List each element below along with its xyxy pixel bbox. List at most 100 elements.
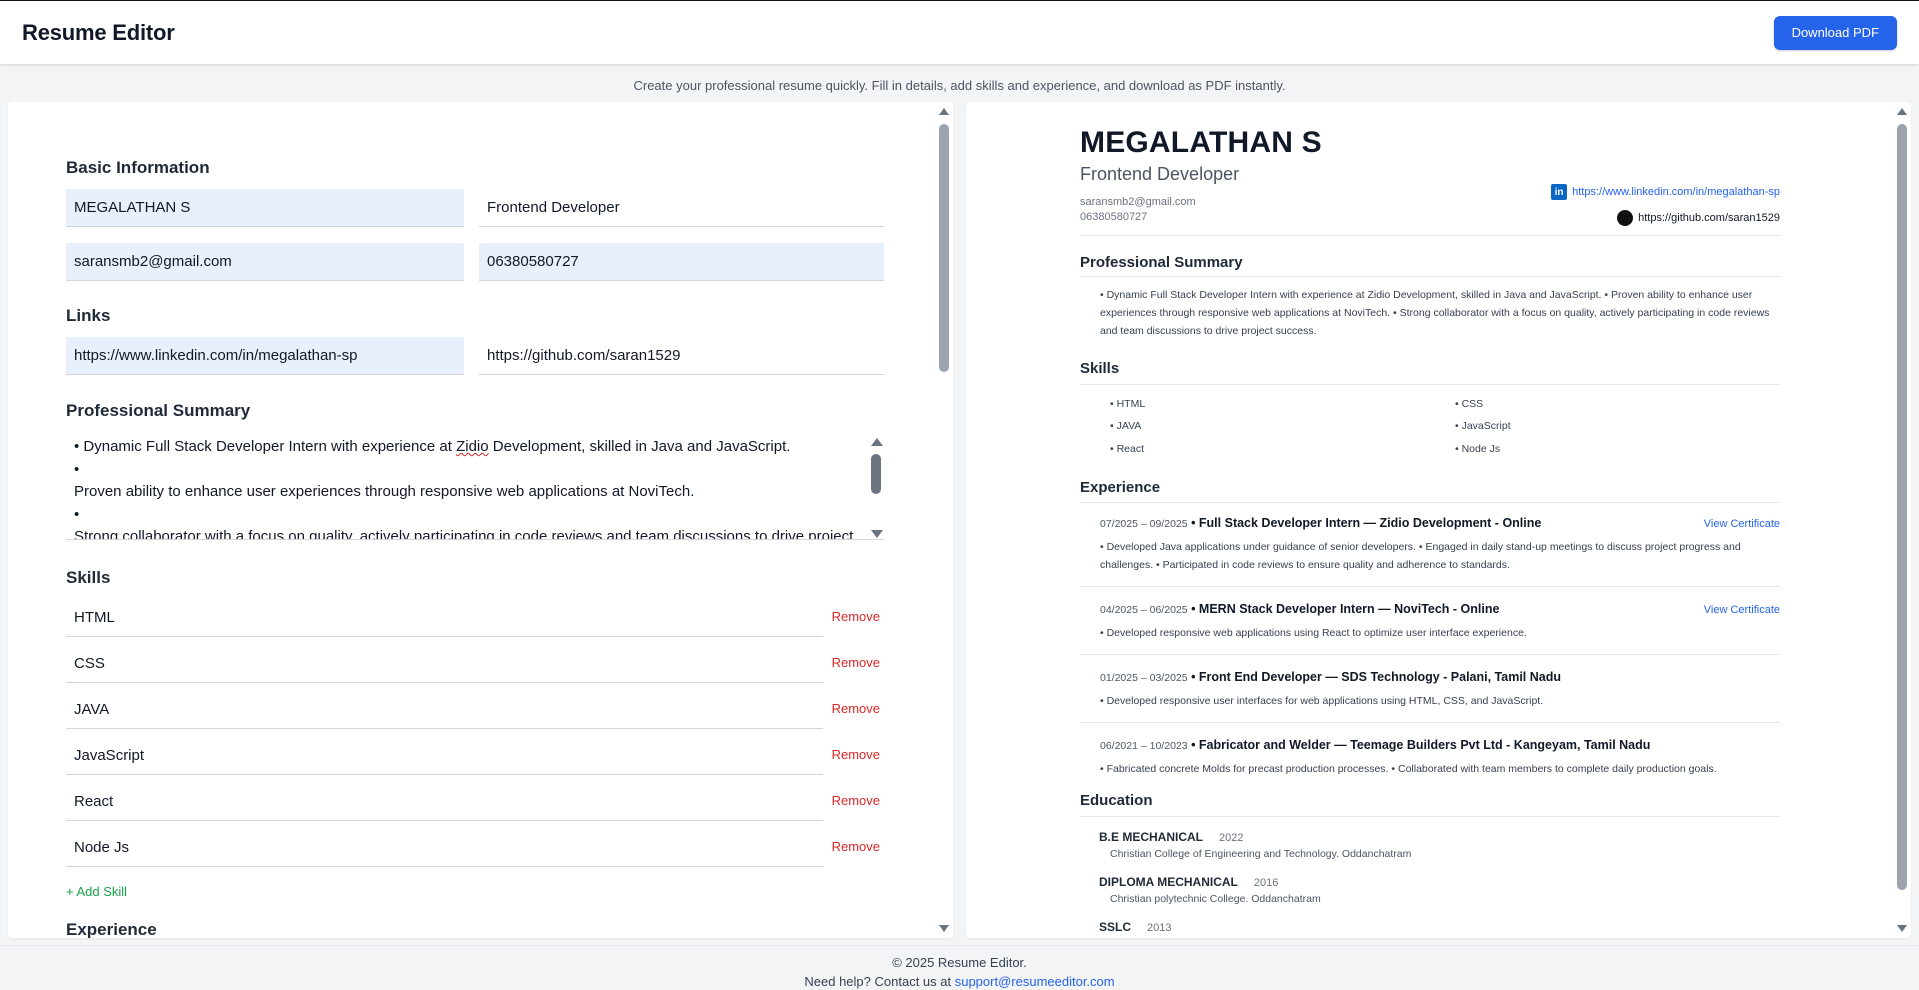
divider <box>1080 276 1780 277</box>
scroll-down-arrow-icon[interactable] <box>939 925 949 932</box>
skill-input[interactable]: JavaScript <box>66 737 823 775</box>
summary-textarea[interactable]: • Dynamic Full Stack Developer Intern wi… <box>66 432 884 540</box>
skill-input[interactable]: HTML <box>66 599 823 637</box>
summary-scrollbar[interactable] <box>868 438 884 538</box>
links-heading: Links <box>66 306 111 325</box>
linkedin-url[interactable]: https://www.linkedin.com/in/megalathan-s… <box>1572 186 1780 198</box>
scroll-up-arrow-icon[interactable] <box>1897 108 1907 115</box>
scroll-up-arrow-icon[interactable] <box>871 438 883 446</box>
remove-skill-button[interactable]: Remove <box>832 701 880 716</box>
summary-line: Strong collaborator with a focus on qual… <box>74 528 854 540</box>
experience-description: • Fabricated concrete Molds for precast … <box>1100 763 1717 775</box>
top-bar: Resume Editor Download PDF <box>0 0 1919 64</box>
scroll-down-arrow-icon[interactable] <box>1897 925 1907 932</box>
remove-skill-button[interactable]: Remove <box>832 609 880 624</box>
summary-line: • <box>74 505 80 523</box>
skill-input[interactable]: React <box>66 783 823 821</box>
education-degree: SSLC 2013 <box>1099 920 1172 934</box>
basic-info-heading: Basic Information <box>66 158 210 177</box>
linkedin-input[interactable]: https://www.linkedin.com/in/megalathan-s… <box>66 337 464 375</box>
experience-title: 01/2025 – 03/2025 • Front End Developer … <box>1100 670 1562 684</box>
preview-scrollbar[interactable] <box>1895 102 1909 938</box>
experience-description: • Developed responsive web applications … <box>1100 627 1527 639</box>
preview-skill: Node Js <box>1455 443 1501 455</box>
preview-name: MEGALATHAN S <box>1080 126 1322 159</box>
preview-skill: CSS <box>1455 398 1484 410</box>
support-email-link[interactable]: support@resumeeditor.com <box>955 974 1115 989</box>
scroll-thumb[interactable] <box>939 124 949 372</box>
remove-skill-button[interactable]: Remove <box>832 793 880 808</box>
divider <box>1080 502 1780 503</box>
divider <box>1080 384 1780 385</box>
remove-skill-button[interactable]: Remove <box>832 655 880 670</box>
email-input[interactable]: saransmb2@gmail.com <box>66 243 464 281</box>
scroll-thumb[interactable] <box>1897 124 1907 890</box>
experience-title: 04/2025 – 06/2025 • MERN Stack Developer… <box>1100 602 1500 616</box>
divider <box>1080 722 1780 723</box>
skill-row: Node Js Remove <box>66 829 884 867</box>
education-school: Christian polytechnic College. Oddanchat… <box>1110 893 1321 905</box>
summary-line: • Dynamic Full Stack Developer Intern wi… <box>74 438 791 455</box>
divider <box>1080 586 1780 587</box>
phone-input[interactable]: 06380580727 <box>479 243 884 281</box>
preview-github[interactable]: https://github.com/saran1529 <box>1617 210 1780 226</box>
summary-line: • <box>74 460 80 478</box>
remove-skill-button[interactable]: Remove <box>832 747 880 762</box>
footer-copyright: © 2025 Resume Editor. <box>892 955 1027 970</box>
download-pdf-button[interactable]: Download PDF <box>1773 15 1897 50</box>
summary-heading: Professional Summary <box>66 401 251 420</box>
skill-row: CSS Remove <box>66 645 884 683</box>
footer: © 2025 Resume Editor. Need help? Contact… <box>0 945 1919 990</box>
skill-row: JAVA Remove <box>66 691 884 729</box>
skills-heading: Skills <box>66 568 111 587</box>
experience-heading: Experience <box>66 920 157 938</box>
education-school: Christian College of Engineering and Tec… <box>1110 848 1412 860</box>
education-year: 2022 <box>1219 832 1244 844</box>
skill-row: HTML Remove <box>66 599 884 637</box>
preview-title: Frontend Developer <box>1080 164 1240 184</box>
education-year: 2016 <box>1253 877 1279 889</box>
app-title: Resume Editor <box>22 19 175 45</box>
experience-title: 06/2021 – 10/2023 • Fabricator and Welde… <box>1100 738 1651 752</box>
experience-title: 07/2025 – 09/2025 • Full Stack Developer… <box>1100 516 1542 530</box>
editor-panel: Basic Information MEGALATHAN S Frontend … <box>8 102 953 938</box>
preview-education-heading: Education <box>1080 792 1153 809</box>
preview-panel: MEGALATHAN S Frontend Developer saransmb… <box>966 102 1911 938</box>
skill-input[interactable]: Node Js <box>66 829 823 867</box>
scroll-down-arrow-icon[interactable] <box>871 530 883 538</box>
education-year: 2013 <box>1147 922 1172 934</box>
skill-input[interactable]: JAVA <box>66 691 823 729</box>
preview-skill: React <box>1110 443 1144 455</box>
divider <box>1080 235 1780 236</box>
experience-description: • Developed Java applications under guid… <box>1100 541 1741 571</box>
preview-summary-heading: Professional Summary <box>1080 254 1243 271</box>
experience-description: • Developed responsive user interfaces f… <box>1100 695 1544 707</box>
spellcheck-word: Zidio <box>456 438 489 455</box>
add-skill-button[interactable]: + Add Skill <box>66 884 127 899</box>
preview-skills-heading: Skills <box>1080 360 1120 377</box>
skill-input[interactable]: CSS <box>66 645 823 683</box>
view-certificate-link[interactable]: View Certificate <box>1704 604 1780 616</box>
github-input[interactable]: https://github.com/saran1529 <box>479 337 884 375</box>
education-degree: B.E MECHANICAL 2022 <box>1099 830 1244 844</box>
divider <box>1080 654 1780 655</box>
preview-email: saransmb2@gmail.com <box>1080 196 1196 208</box>
divider <box>1080 816 1780 817</box>
github-url[interactable]: https://github.com/saran1529 <box>1638 212 1780 224</box>
page-subtitle: Create your professional resume quickly.… <box>633 78 1286 93</box>
editor-scrollbar[interactable] <box>937 102 951 938</box>
education-degree: DIPLOMA MECHANICAL 2016 <box>1099 875 1279 889</box>
view-certificate-link[interactable]: View Certificate <box>1704 518 1780 530</box>
preview-experience-heading: Experience <box>1080 479 1161 496</box>
job-title-input[interactable]: Frontend Developer <box>479 189 884 227</box>
scroll-thumb[interactable] <box>871 454 881 494</box>
remove-skill-button[interactable]: Remove <box>832 839 880 854</box>
skill-row: React Remove <box>66 783 884 821</box>
skill-row: JavaScript Remove <box>66 737 884 775</box>
preview-linkedin[interactable]: in https://www.linkedin.com/in/megalatha… <box>1551 184 1780 200</box>
preview-skill: JavaScript <box>1455 420 1511 432</box>
name-input[interactable]: MEGALATHAN S <box>66 189 464 227</box>
scroll-up-arrow-icon[interactable] <box>939 108 949 115</box>
footer-help: Need help? Contact us at support@resumee… <box>804 974 1115 989</box>
preview-skill: JAVA <box>1110 420 1142 432</box>
